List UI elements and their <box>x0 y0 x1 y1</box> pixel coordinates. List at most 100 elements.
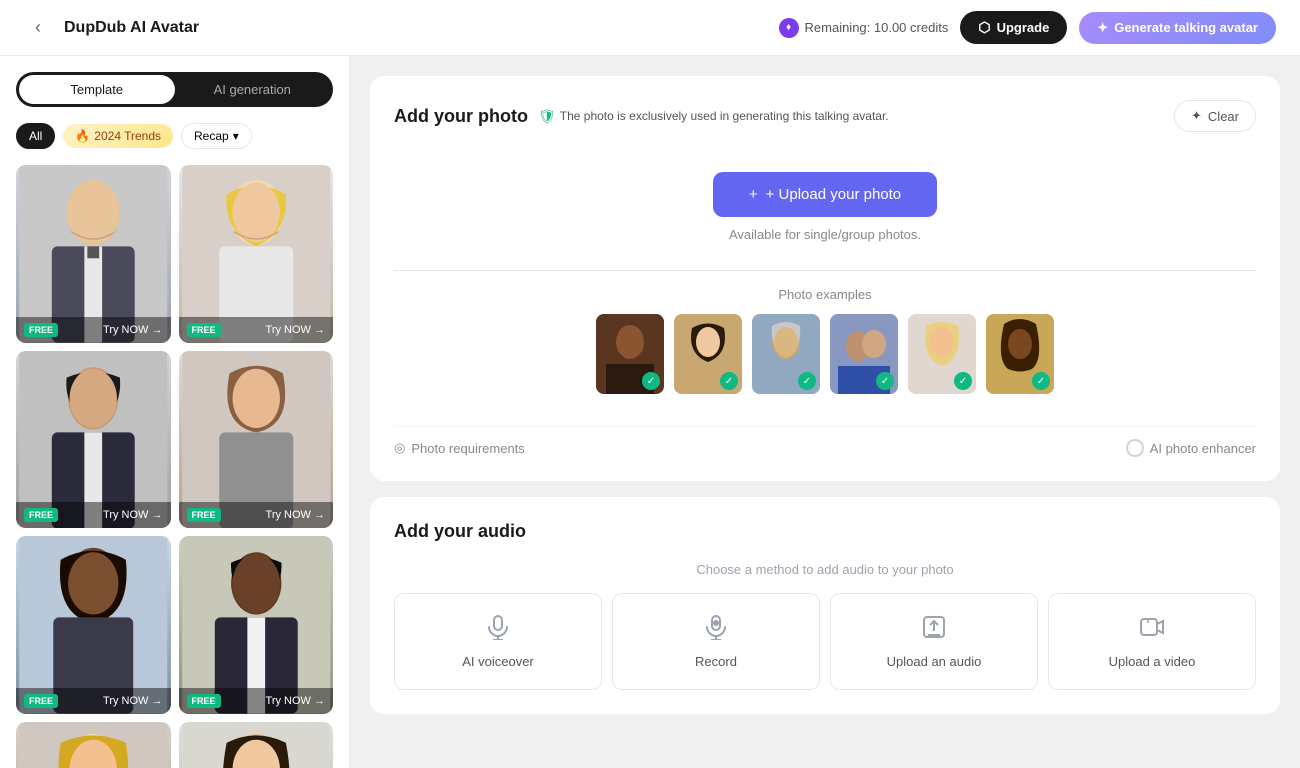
upgrade-label: Upgrade <box>997 20 1050 35</box>
audio-method-record[interactable]: Record <box>612 593 820 690</box>
header: ‹ DupDub AI Avatar ♦ Remaining: 10.00 cr… <box>0 0 1300 56</box>
check-icon: ✓ <box>876 372 894 390</box>
upload-label: + Upload your photo <box>766 186 902 203</box>
photo-example[interactable]: ✓ <box>674 314 742 394</box>
photo-example[interactable]: ✓ <box>596 314 664 394</box>
upload-hint: Available for single/group photos. <box>729 227 921 242</box>
filter-row: All 🔥 2024 Trends Recap ▾ <box>16 123 333 149</box>
clear-label: Clear <box>1208 109 1239 124</box>
upload-video-label: Upload a video <box>1109 654 1196 669</box>
req-label: Photo requirements <box>411 441 524 456</box>
upload-photo-button[interactable]: + + Upload your photo <box>713 172 937 217</box>
clear-button[interactable]: ✦ Clear <box>1174 100 1256 132</box>
audio-method-upload-audio[interactable]: Upload an audio <box>830 593 1038 690</box>
filter-recap[interactable]: Recap ▾ <box>181 123 252 149</box>
avatar-overlay: FREE Try NOW → <box>179 317 334 343</box>
avatar-overlay: FREE Try NOW → <box>179 688 334 714</box>
try-now-text: Try NOW → <box>266 324 325 336</box>
main-content: Add your photo 🛡 The photo is exclusivel… <box>350 56 1300 768</box>
tab-ai-generation[interactable]: AI generation <box>175 75 331 104</box>
free-badge: FREE <box>187 508 221 522</box>
section-header: Add your photo 🛡 The photo is exclusivel… <box>394 100 1256 132</box>
free-badge: FREE <box>24 508 58 522</box>
record-label: Record <box>695 654 737 669</box>
avatar-overlay: FREE Try NOW → <box>16 502 171 528</box>
photo-examples-label: Photo examples <box>778 287 871 302</box>
plus-icon: + <box>749 186 758 203</box>
credits-icon: ♦ <box>779 18 799 38</box>
avatar-overlay: FREE Try NOW → <box>16 688 171 714</box>
try-now-text: Try NOW → <box>266 695 325 707</box>
try-now-text: Try NOW → <box>266 509 325 521</box>
chevron-down-icon: ▾ <box>233 129 239 143</box>
avatar-card[interactable]: FREE Try NOW → <box>179 165 334 343</box>
upgrade-button[interactable]: ⬡ Upgrade <box>960 11 1067 44</box>
wand-icon: ✦ <box>1191 108 1202 124</box>
credits-badge: ♦ Remaining: 10.00 credits <box>779 18 949 38</box>
photo-section: Add your photo 🛡 The photo is exclusivel… <box>370 76 1280 481</box>
avatar-overlay: FREE Try NOW → <box>179 502 334 528</box>
audio-method-voiceover[interactable]: AI voiceover <box>394 593 602 690</box>
upload-audio-label: Upload an audio <box>887 654 982 669</box>
check-icon: ✓ <box>642 372 660 390</box>
filter-trends[interactable]: 🔥 2024 Trends <box>63 124 173 148</box>
audio-section: Add your audio Choose a method to add au… <box>370 497 1280 714</box>
ai-enhancer: AI photo enhancer <box>1126 439 1256 457</box>
avatar-card[interactable]: FREE Try NOW → <box>179 722 334 768</box>
photo-example[interactable]: ✓ <box>752 314 820 394</box>
req-icon: ◎ <box>394 440 405 456</box>
filter-all[interactable]: All <box>16 123 55 149</box>
try-now-text: Try NOW → <box>103 324 162 336</box>
check-icon: ✓ <box>720 372 738 390</box>
photo-example[interactable]: ✓ <box>908 314 976 394</box>
free-badge: FREE <box>24 694 58 708</box>
photo-examples: ✓ ✓ <box>596 314 1054 394</box>
header-right: ♦ Remaining: 10.00 credits ⬡ Upgrade ✦ G… <box>779 11 1276 44</box>
upload-audio-icon <box>921 614 947 646</box>
divider <box>394 270 1256 271</box>
generate-icon: ✦ <box>1097 20 1108 36</box>
trend-emoji: 🔥 <box>75 129 90 143</box>
free-badge: FREE <box>187 323 221 337</box>
upgrade-icon: ⬡ <box>978 19 990 36</box>
avatar-card[interactable]: FREE Try NOW → <box>16 722 171 768</box>
avatar-card[interactable]: FREE Try NOW → <box>16 165 171 343</box>
record-icon <box>703 614 729 646</box>
shield-icon: 🛡 <box>538 108 556 125</box>
upload-video-icon <box>1139 614 1165 646</box>
bottom-row: ◎ Photo requirements AI photo enhancer <box>394 426 1256 457</box>
photo-section-title: Add your photo <box>394 106 528 127</box>
check-icon: ✓ <box>798 372 816 390</box>
audio-method-upload-video[interactable]: Upload a video <box>1048 593 1256 690</box>
photo-example[interactable]: ✓ <box>986 314 1054 394</box>
avatar-grid: FREE Try NOW → FREE Try NOW → <box>16 165 333 768</box>
avatar-card[interactable]: FREE Try NOW → <box>179 536 334 714</box>
recap-label: Recap <box>194 129 229 143</box>
avatar-overlay: FREE Try NOW → <box>16 317 171 343</box>
ai-enhancer-toggle[interactable] <box>1126 439 1144 457</box>
tab-template[interactable]: Template <box>19 75 175 104</box>
avatar-card[interactable]: FREE Try NOW → <box>16 536 171 714</box>
trend-label: 2024 Trends <box>94 129 161 143</box>
photo-requirements-button[interactable]: ◎ Photo requirements <box>394 440 525 456</box>
main-layout: Template AI generation All 🔥 2024 Trends… <box>0 56 1300 768</box>
audio-section-title: Add your audio <box>394 521 1256 542</box>
photo-example[interactable]: ✓ <box>830 314 898 394</box>
app-title: DupDub AI Avatar <box>64 19 199 37</box>
upload-area: + + Upload your photo Available for sing… <box>394 152 1256 414</box>
generate-label: Generate talking avatar <box>1114 20 1258 35</box>
tab-switcher: Template AI generation <box>16 72 333 107</box>
header-left: ‹ DupDub AI Avatar <box>24 14 199 42</box>
free-badge: FREE <box>187 694 221 708</box>
avatar-card[interactable]: FREE Try NOW → <box>16 351 171 529</box>
generate-button[interactable]: ✦ Generate talking avatar <box>1079 12 1276 44</box>
free-badge: FREE <box>24 323 58 337</box>
back-button[interactable]: ‹ <box>24 14 52 42</box>
check-icon: ✓ <box>954 372 972 390</box>
enhancer-label: AI photo enhancer <box>1150 441 1256 456</box>
try-now-text: Try NOW → <box>103 509 162 521</box>
privacy-badge: 🛡 The photo is exclusively used in gener… <box>538 108 889 125</box>
avatar-card[interactable]: FREE Try NOW → <box>179 351 334 529</box>
sidebar: Template AI generation All 🔥 2024 Trends… <box>0 56 350 768</box>
privacy-note: The photo is exclusively used in generat… <box>560 109 889 123</box>
